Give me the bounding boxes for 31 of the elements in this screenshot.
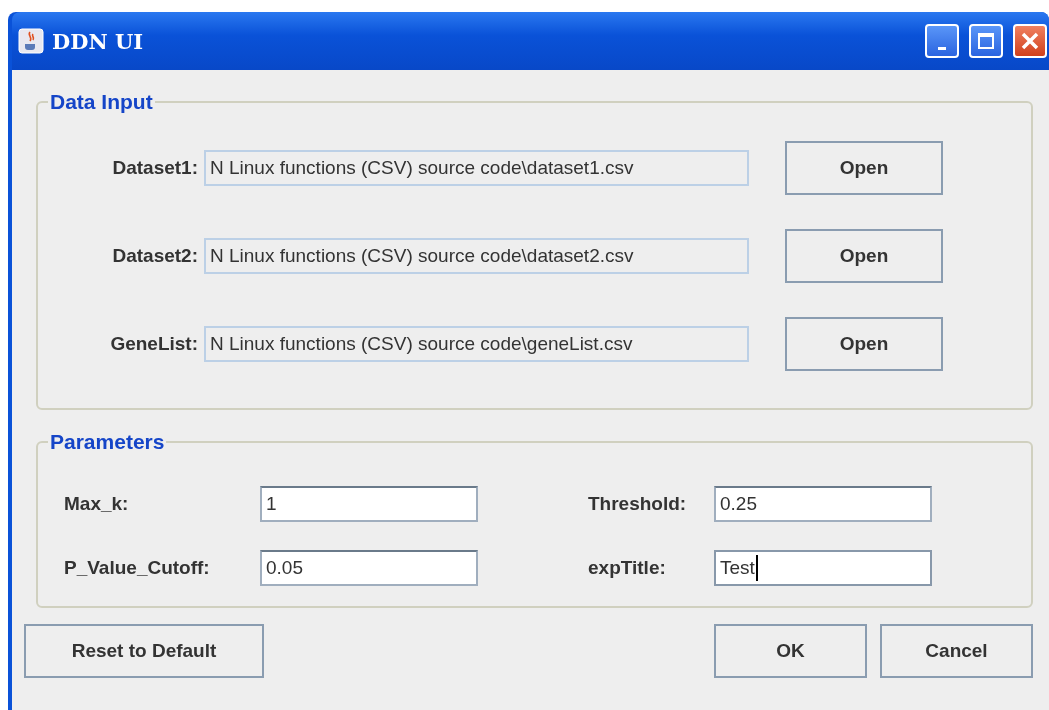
open-button[interactable]: Open [785, 229, 943, 283]
minimize-icon [938, 46, 946, 50]
open-button[interactable]: Open [785, 141, 943, 195]
window-title: DDN UI [52, 28, 145, 54]
cancel-button[interactable]: Cancel [880, 624, 1033, 678]
open-button[interactable]: Open [785, 317, 943, 371]
input-field[interactable]: 0.25 [714, 486, 932, 522]
reset-button[interactable]: Reset to Default [24, 624, 264, 678]
file-path-field[interactable]: N Linux functions (CSV) source code\dataset1.csv [204, 150, 749, 186]
field-label: Max_k: [64, 493, 130, 515]
maximize-button[interactable] [969, 24, 1003, 58]
field-label: P_Value_Cutoff: [64, 557, 211, 579]
group-title: Parameters [49, 430, 166, 454]
close-icon [1020, 31, 1040, 51]
maximize-icon [977, 32, 995, 50]
input-field[interactable]: 0.05 [260, 550, 478, 586]
minimize-button[interactable] [925, 24, 959, 58]
field-label: Dataset1: [111, 157, 198, 179]
file-path-field[interactable]: N Linux functions (CSV) source code\geneList.csv [204, 326, 749, 362]
coffee-cup-icon [18, 28, 44, 54]
ok-button[interactable]: OK [714, 624, 867, 678]
close-button[interactable] [1013, 24, 1047, 58]
group-title: Data Input [49, 90, 154, 114]
field-label: expTitle: [588, 557, 667, 579]
input-field[interactable]: 1 [260, 486, 478, 522]
file-path-field[interactable]: N Linux functions (CSV) source code\dataset2.csv [204, 238, 749, 274]
field-label: Dataset2: [111, 245, 198, 267]
input-field[interactable]: Test [714, 550, 932, 586]
text-caret [755, 555, 758, 581]
field-label: GeneList: [109, 333, 198, 355]
field-label: Threshold: [588, 493, 688, 515]
